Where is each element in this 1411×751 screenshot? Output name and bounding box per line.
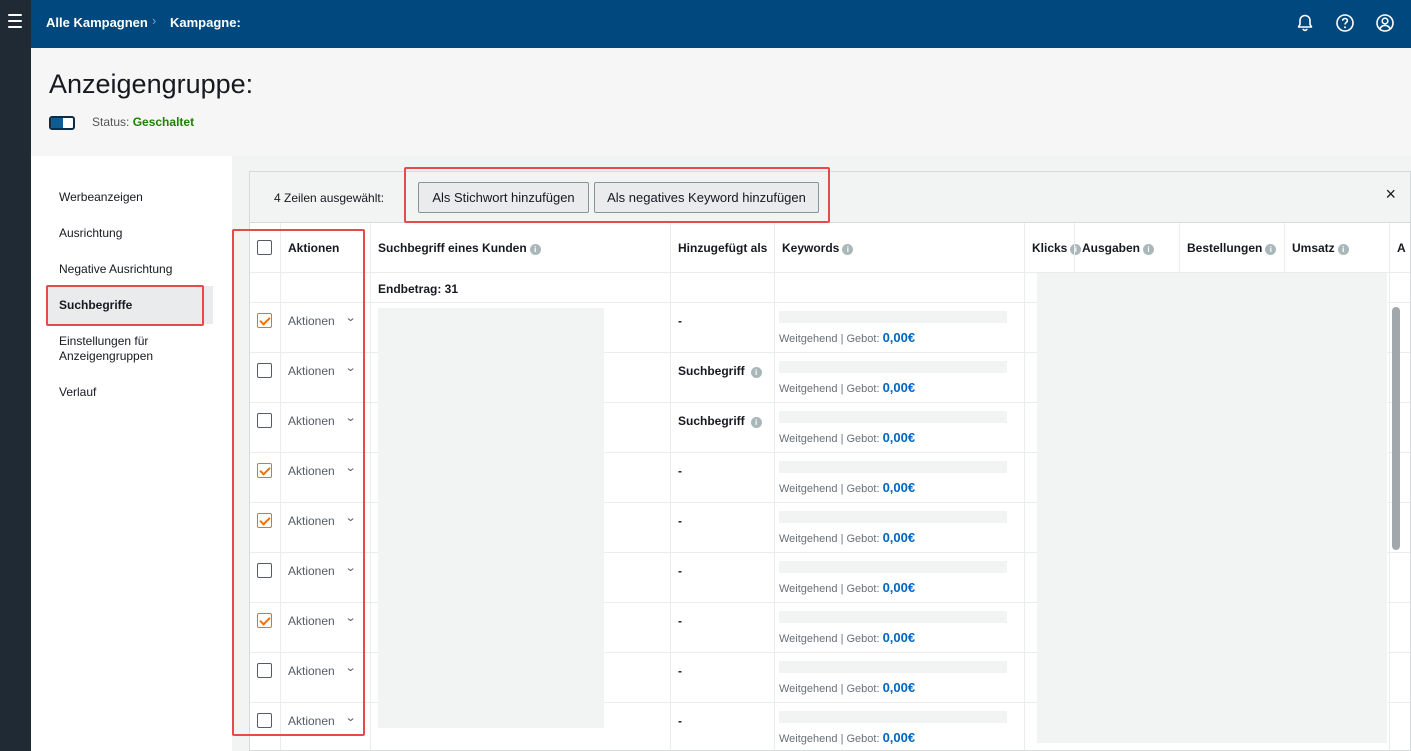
bid-value[interactable]: 0,00€ — [883, 680, 916, 695]
keyword-placeholder — [779, 411, 1007, 423]
nav-item-negative-targeting[interactable]: Negative Ausrichtung — [59, 262, 172, 277]
nav-item-targeting[interactable]: Ausrichtung — [59, 226, 122, 241]
keyword-placeholder — [779, 561, 1007, 573]
nav-item-history[interactable]: Verlauf — [59, 385, 96, 400]
table-header: Aktionen Suchbegriff eines Kunden i Hinzu… — [250, 223, 1410, 273]
bid-value[interactable]: 0,00€ — [883, 430, 916, 445]
keyword-placeholder — [779, 661, 1007, 673]
match-bid: Weitgehend | Gebot: 0,00€ — [779, 680, 916, 695]
user-icon[interactable] — [1375, 13, 1395, 33]
bid-value[interactable]: 0,00€ — [883, 730, 916, 745]
close-icon[interactable]: × — [1385, 184, 1396, 205]
highlight-box-nav — [46, 285, 204, 326]
col-orders[interactable]: Bestellungen i — [1187, 241, 1277, 255]
col-divider — [1389, 223, 1390, 750]
added-as-value: - — [678, 614, 682, 628]
col-divider — [1074, 223, 1075, 273]
added-as-value: Suchbegriff i — [678, 414, 762, 428]
info-icon[interactable]: i — [750, 417, 762, 428]
col-keywords[interactable]: Keywords i — [782, 241, 854, 255]
info-icon[interactable]: i — [1070, 244, 1082, 255]
breadcrumb-all-campaigns[interactable]: Alle Kampagnen — [46, 15, 148, 30]
keyword-placeholder — [779, 311, 1007, 323]
bid-value[interactable]: 0,00€ — [883, 330, 916, 345]
highlight-box-checkboxes — [232, 229, 365, 736]
bid-value[interactable]: 0,00€ — [883, 580, 916, 595]
match-bid: Weitgehend | Gebot: 0,00€ — [779, 580, 916, 595]
breadcrumb-campaign[interactable]: Kampagne: — [170, 15, 241, 30]
bell-icon[interactable] — [1295, 13, 1315, 33]
top-bar: Alle Kampagnen › Kampagne: — [31, 0, 1411, 48]
info-icon[interactable]: i — [529, 244, 541, 255]
total-label: Endbetrag: 31 — [378, 282, 459, 296]
col-spend[interactable]: Ausgaben i — [1082, 241, 1155, 255]
match-bid: Weitgehend | Gebot: 0,00€ — [779, 730, 916, 745]
status-value: Geschaltet — [132, 115, 195, 129]
keyword-placeholder — [779, 711, 1007, 723]
col-truncated: A — [1397, 241, 1406, 255]
bid-value[interactable]: 0,00€ — [883, 480, 916, 495]
status-label: Status: — [92, 115, 130, 129]
status-toggle[interactable] — [49, 116, 75, 130]
bid-value[interactable]: 0,00€ — [883, 380, 916, 395]
col-divider — [1024, 223, 1025, 750]
page-header: Anzeigengruppe: Status: Geschaltet — [31, 48, 1411, 156]
info-icon[interactable]: i — [1143, 244, 1155, 255]
match-bid: Weitgehend | Gebot: 0,00€ — [779, 380, 916, 395]
col-added-as: Hinzugefügt als — [678, 241, 768, 255]
left-rail — [0, 0, 31, 751]
info-icon[interactable]: i — [1337, 244, 1349, 255]
col-divider — [370, 223, 371, 750]
search-terms-table: 4 Zeilen ausgewählt: Als Stichwort hinzu… — [249, 171, 1411, 751]
breadcrumb-separator: › — [152, 13, 157, 28]
selected-count: 4 Zeilen ausgewählt: — [274, 191, 385, 205]
nav-item-adgroup-settings[interactable]: Einstellungen für Anzeigengruppen — [59, 334, 189, 364]
keyword-placeholder — [779, 611, 1007, 623]
col-search-term[interactable]: Suchbegriff eines Kunden i — [378, 241, 541, 255]
info-icon[interactable]: i — [842, 244, 854, 255]
highlight-box-toolbar — [404, 167, 830, 223]
added-as-value: - — [678, 514, 682, 528]
help-icon[interactable] — [1335, 13, 1355, 33]
col-divider — [774, 223, 775, 750]
match-bid: Weitgehend | Gebot: 0,00€ — [779, 430, 916, 445]
main-content: 4 Zeilen ausgewählt: Als Stichwort hinzu… — [232, 156, 1411, 751]
added-as-value: - — [678, 464, 682, 478]
info-icon[interactable]: i — [1265, 244, 1277, 255]
bid-value[interactable]: 0,00€ — [883, 630, 916, 645]
added-as-value: Suchbegriff i — [678, 364, 762, 378]
menu-icon[interactable] — [8, 14, 22, 28]
match-bid: Weitgehend | Gebot: 0,00€ — [779, 530, 916, 545]
added-as-value: - — [678, 314, 682, 328]
keyword-placeholder — [779, 461, 1007, 473]
nav-item-ads[interactable]: Werbeanzeigen — [59, 190, 143, 205]
side-nav: Werbeanzeigen Ausrichtung Negative Ausri… — [31, 156, 232, 751]
col-divider — [670, 223, 671, 750]
col-divider — [1179, 223, 1180, 273]
keyword-placeholder — [779, 361, 1007, 373]
added-as-value: - — [678, 664, 682, 678]
col-sales[interactable]: Umsatz i — [1292, 241, 1349, 255]
redacted-metrics — [1037, 273, 1387, 743]
keyword-placeholder — [779, 511, 1007, 523]
status-line: Status: Geschaltet — [92, 115, 194, 129]
added-as-value: - — [678, 714, 682, 728]
redacted-search-terms — [378, 308, 604, 728]
bid-value[interactable]: 0,00€ — [883, 530, 916, 545]
match-bid: Weitgehend | Gebot: 0,00€ — [779, 480, 916, 495]
page-title: Anzeigengruppe: — [49, 69, 254, 99]
match-bid: Weitgehend | Gebot: 0,00€ — [779, 630, 916, 645]
match-bid: Weitgehend | Gebot: 0,00€ — [779, 330, 916, 345]
added-as-value: - — [678, 564, 682, 578]
col-divider — [1284, 223, 1285, 273]
vertical-scrollbar[interactable] — [1391, 302, 1401, 750]
scroll-thumb[interactable] — [1392, 307, 1400, 550]
info-icon[interactable]: i — [750, 367, 762, 378]
